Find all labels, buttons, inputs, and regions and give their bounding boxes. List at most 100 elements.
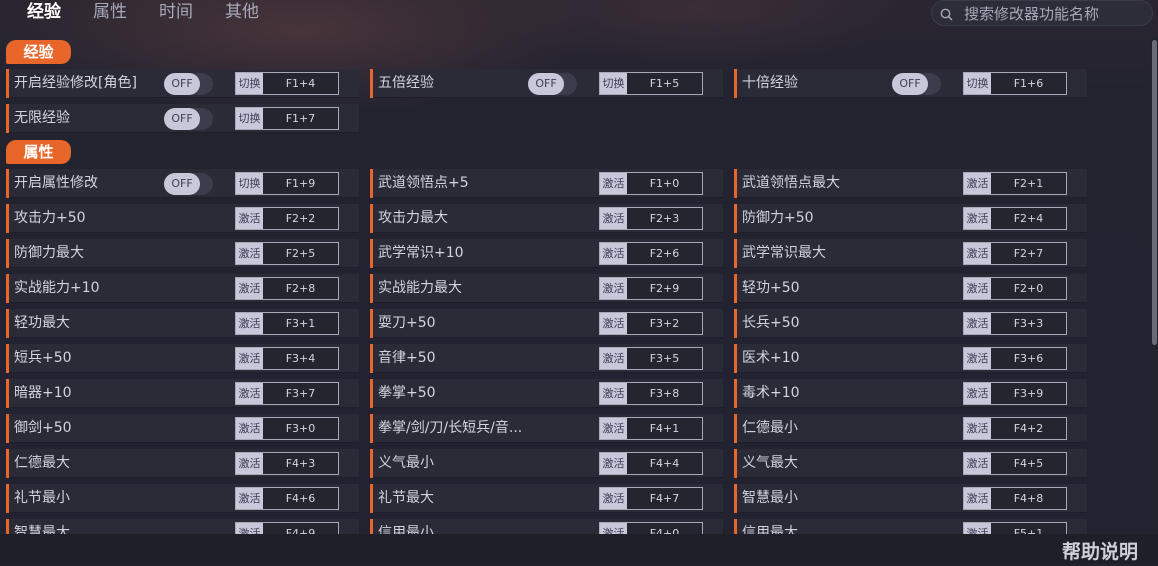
hotkey-box[interactable]: 激活 F2+8 xyxy=(235,277,339,300)
action-button[interactable]: 激活 xyxy=(236,278,263,299)
hotkey-box[interactable]: 激活 F4+2 xyxy=(963,417,1067,440)
hotkey-box[interactable]: 激活 F2+5 xyxy=(235,242,339,265)
hotkey-box[interactable]: 切换 F1+9 xyxy=(235,172,339,195)
action-button[interactable]: 激活 xyxy=(236,418,263,439)
toggle-state: OFF xyxy=(164,173,200,195)
hotkey-box[interactable]: 激活 F4+4 xyxy=(599,452,703,475)
toggle-switch[interactable]: OFF xyxy=(164,173,213,195)
cheat-label: 礼节最大 xyxy=(378,490,434,506)
hotkey-box[interactable]: 激活 F2+4 xyxy=(963,207,1067,230)
action-button[interactable]: 激活 xyxy=(600,488,627,509)
action-button[interactable]: 激活 xyxy=(600,453,627,474)
action-button[interactable]: 激活 xyxy=(236,208,263,229)
search-input[interactable] xyxy=(962,3,1151,25)
hotkey-box[interactable]: 切换 F1+5 xyxy=(599,72,703,95)
action-button[interactable]: 激活 xyxy=(600,313,627,334)
cheat-label: 耍刀+50 xyxy=(378,315,436,331)
hotkey-box[interactable]: 激活 F1+0 xyxy=(599,172,703,195)
action-button[interactable]: 激活 xyxy=(600,418,627,439)
hotkey-box[interactable]: 激活 F4+5 xyxy=(963,452,1067,475)
cheat-label: 拳掌/剑/刀/长短兵/音... xyxy=(378,420,523,436)
hotkey-box[interactable]: 激活 F3+4 xyxy=(235,347,339,370)
action-button[interactable]: 激活 xyxy=(600,173,627,194)
action-button[interactable]: 切换 xyxy=(236,108,263,129)
toggle-switch[interactable]: OFF xyxy=(892,73,941,95)
action-button[interactable]: 激活 xyxy=(964,383,991,404)
hotkey-box[interactable]: 激活 F3+8 xyxy=(599,382,703,405)
cheat-row: 御剑+50 激活 F3+0 xyxy=(6,414,359,443)
hotkey-box[interactable]: 激活 F2+1 xyxy=(963,172,1067,195)
hotkey-box[interactable]: 切换 F1+6 xyxy=(963,72,1067,95)
hotkey-box[interactable]: 激活 F2+3 xyxy=(599,207,703,230)
action-button[interactable]: 激活 xyxy=(964,418,991,439)
action-button[interactable]: 激活 xyxy=(236,383,263,404)
hotkey-box[interactable]: 激活 F2+2 xyxy=(235,207,339,230)
tab-time[interactable]: 时间 xyxy=(159,0,193,24)
hotkey-box[interactable]: 切换 F1+4 xyxy=(235,72,339,95)
action-button[interactable]: 激活 xyxy=(964,453,991,474)
action-button[interactable]: 激活 xyxy=(236,348,263,369)
help-button[interactable]: 帮助说明 xyxy=(1062,538,1138,566)
action-button[interactable]: 激活 xyxy=(600,208,627,229)
cheat-row: 实战能力最大 激活 F2+9 xyxy=(370,274,723,303)
action-button[interactable]: 激活 xyxy=(236,313,263,334)
action-button[interactable]: 激活 xyxy=(600,348,627,369)
hotkey-box[interactable]: 激活 F4+6 xyxy=(235,487,339,510)
action-button[interactable]: 激活 xyxy=(964,243,991,264)
hotkey-label: F2+8 xyxy=(285,282,316,295)
hotkey-box[interactable]: 激活 F4+7 xyxy=(599,487,703,510)
action-button[interactable]: 切换 xyxy=(236,73,263,94)
action-button[interactable]: 激活 xyxy=(600,383,627,404)
search-box[interactable] xyxy=(931,0,1153,26)
hotkey-label: F4+1 xyxy=(649,422,680,435)
hotkey-label: F2+0 xyxy=(1013,282,1044,295)
action-button[interactable]: 激活 xyxy=(964,278,991,299)
action-button[interactable]: 切换 xyxy=(964,73,991,94)
hotkey-box[interactable]: 激活 F3+5 xyxy=(599,347,703,370)
toggle-state: OFF xyxy=(164,108,200,130)
toggle-switch[interactable]: OFF xyxy=(164,73,213,95)
cheat-row: 礼节最小 激活 F4+6 xyxy=(6,484,359,513)
action-button[interactable]: 激活 xyxy=(600,278,627,299)
hotkey-box[interactable]: 激活 F2+6 xyxy=(599,242,703,265)
hotkey-box[interactable]: 激活 F3+3 xyxy=(963,312,1067,335)
action-button[interactable]: 激活 xyxy=(964,488,991,509)
hotkey-box[interactable]: 激活 F3+9 xyxy=(963,382,1067,405)
action-button[interactable]: 激活 xyxy=(236,453,263,474)
action-button[interactable]: 切换 xyxy=(600,73,627,94)
action-button[interactable]: 激活 xyxy=(236,243,263,264)
cheat-row: 短兵+50 激活 F3+4 xyxy=(6,344,359,373)
action-button[interactable]: 激活 xyxy=(236,488,263,509)
hotkey-box[interactable]: 激活 F4+3 xyxy=(235,452,339,475)
tab-attributes[interactable]: 属性 xyxy=(93,0,127,24)
hotkey-box[interactable]: 切换 F1+7 xyxy=(235,107,339,130)
action-button[interactable]: 激活 xyxy=(964,208,991,229)
hotkey-label: F3+1 xyxy=(285,317,316,330)
top-tab-bar: 经验 属性 时间 其他 xyxy=(0,0,1158,26)
action-button[interactable]: 激活 xyxy=(964,313,991,334)
hotkey-box[interactable]: 激活 F2+7 xyxy=(963,242,1067,265)
action-button[interactable]: 激活 xyxy=(600,243,627,264)
action-button[interactable]: 激活 xyxy=(964,348,991,369)
hotkey-box[interactable]: 激活 F3+0 xyxy=(235,417,339,440)
tab-other[interactable]: 其他 xyxy=(225,0,259,24)
action-button[interactable]: 激活 xyxy=(964,173,991,194)
hotkey-box[interactable]: 激活 F3+7 xyxy=(235,382,339,405)
hotkey-box[interactable]: 激活 F2+0 xyxy=(963,277,1067,300)
hotkey-box[interactable]: 激活 F3+6 xyxy=(963,347,1067,370)
cheat-row: 仁德最大 激活 F4+3 xyxy=(6,449,359,478)
hotkey-box[interactable]: 激活 F2+9 xyxy=(599,277,703,300)
cheat-label: 音律+50 xyxy=(378,350,436,366)
hotkey-box[interactable]: 激活 F4+8 xyxy=(963,487,1067,510)
cheat-label: 轻功最大 xyxy=(14,315,70,331)
hotkey-box[interactable]: 激活 F3+2 xyxy=(599,312,703,335)
hotkey-label: F1+6 xyxy=(1013,77,1044,90)
hotkey-box[interactable]: 激活 F3+1 xyxy=(235,312,339,335)
cheat-label: 实战能力+10 xyxy=(14,280,100,296)
scrollbar-thumb[interactable] xyxy=(1152,40,1157,345)
action-button[interactable]: 切换 xyxy=(236,173,263,194)
toggle-switch[interactable]: OFF xyxy=(164,108,213,130)
hotkey-box[interactable]: 激活 F4+1 xyxy=(599,417,703,440)
tab-experience[interactable]: 经验 xyxy=(27,0,61,24)
toggle-switch[interactable]: OFF xyxy=(528,73,577,95)
